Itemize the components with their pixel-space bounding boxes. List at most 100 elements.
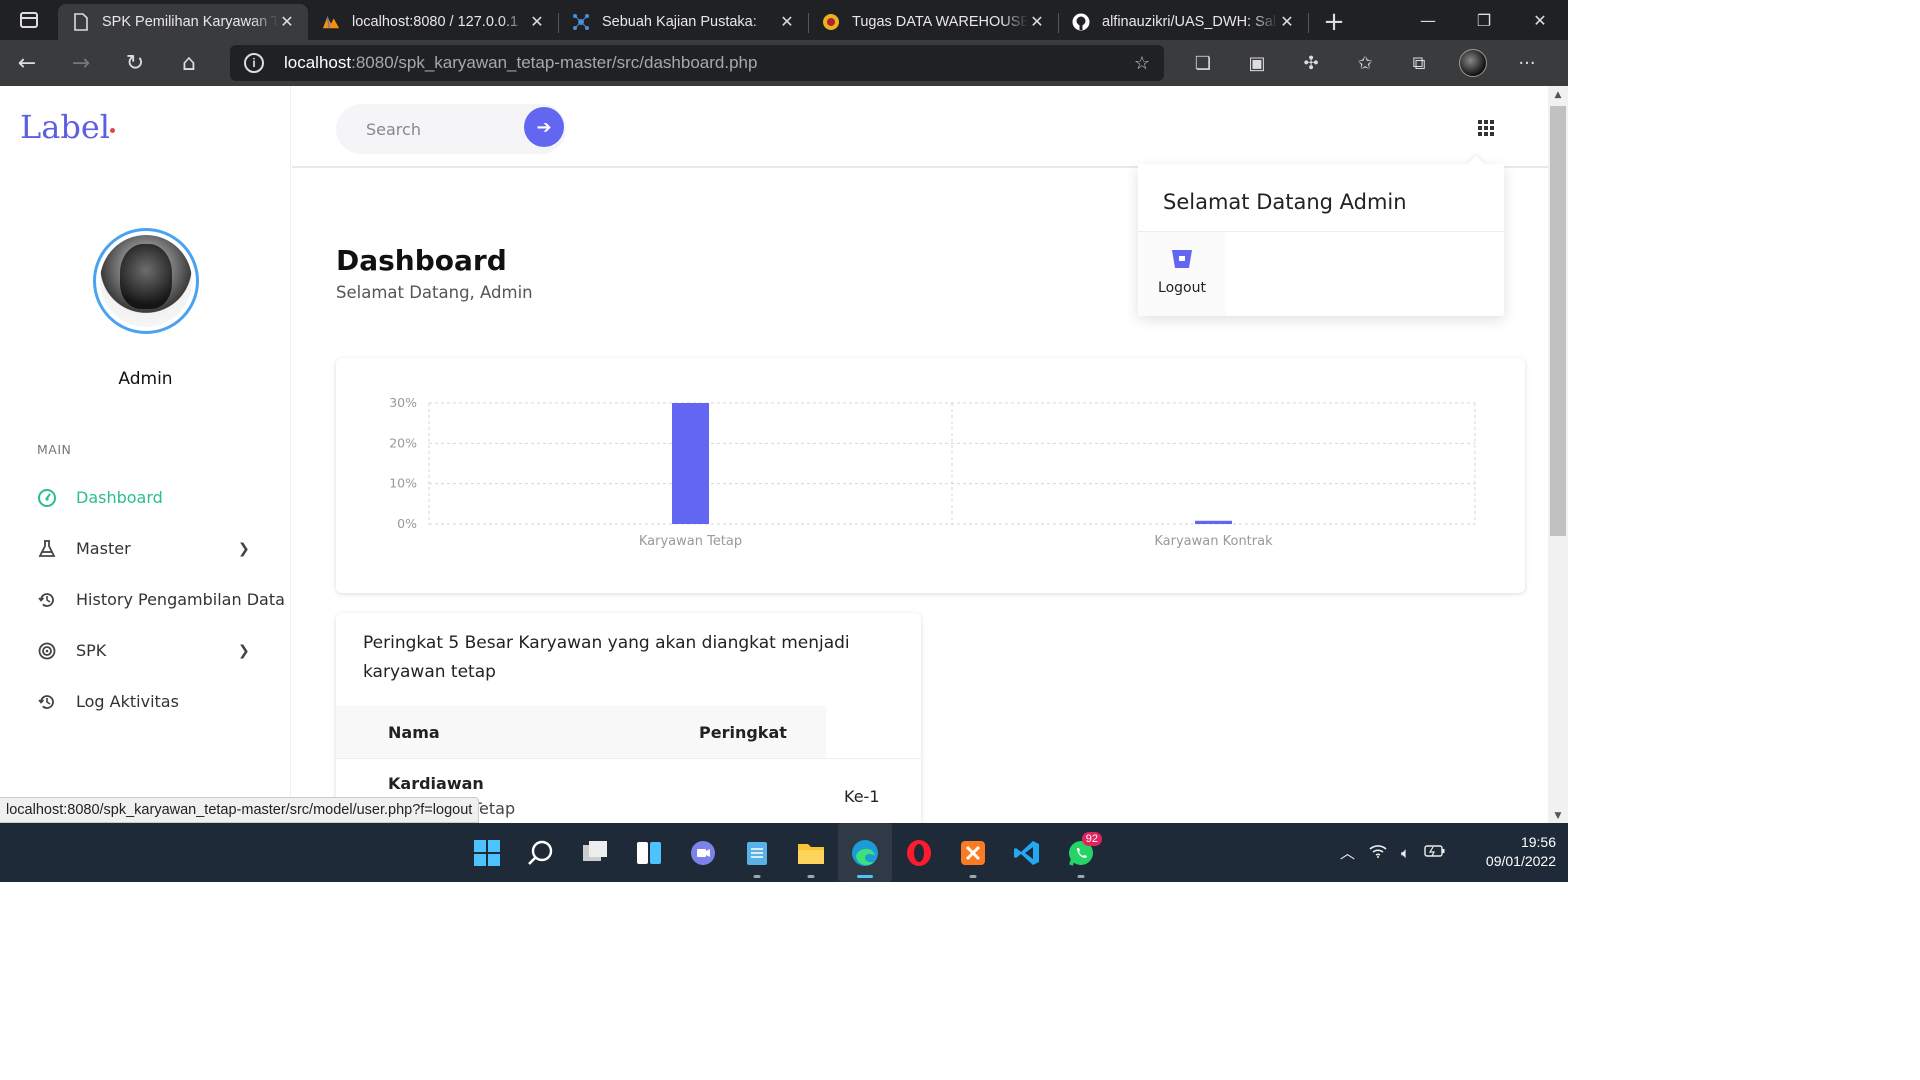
- notepad-icon[interactable]: [730, 823, 784, 882]
- vscode-icon[interactable]: [1000, 823, 1054, 882]
- close-tab-icon[interactable]: ✕: [528, 12, 546, 32]
- menu-section-label: MAIN: [37, 442, 72, 457]
- url-path: :8080/spk_karyawan_tetap-master/src/dash…: [351, 53, 758, 72]
- bar: [672, 403, 709, 524]
- tab-title: SPK Pemilihan Karyawan Tetap: [102, 14, 278, 30]
- sidebar-item-history[interactable]: History Pengambilan Data: [0, 574, 291, 625]
- sidebar-item-master[interactable]: Master ❯: [0, 523, 291, 574]
- collections-icon[interactable]: ❏: [1176, 40, 1230, 86]
- sidebar: Label Admin MAIN Dashboard Master ❯ Hist…: [0, 86, 291, 823]
- file-explorer-icon[interactable]: [784, 823, 838, 882]
- tab-tugas[interactable]: Tugas DATA WAREHOUSE ✕: [808, 4, 1059, 40]
- extension-sq-icon[interactable]: ▣: [1230, 40, 1284, 86]
- chevron-up-icon[interactable]: ︿: [1340, 842, 1355, 863]
- back-icon[interactable]: ←: [0, 40, 54, 86]
- close-tab-icon[interactable]: ✕: [1278, 12, 1296, 32]
- search-icon[interactable]: [514, 823, 568, 882]
- close-window-icon[interactable]: ✕: [1512, 0, 1568, 40]
- restore-icon[interactable]: ❐: [1456, 0, 1512, 40]
- logout-label: Logout: [1158, 280, 1206, 296]
- y-tick-label: 20%: [389, 435, 417, 450]
- scroll-up-icon[interactable]: ▲: [1548, 90, 1568, 100]
- reload-icon[interactable]: ↻: [108, 40, 162, 86]
- speedometer-icon: [37, 488, 57, 508]
- address-bar[interactable]: i localhost:8080/spk_karyawan_tetap-mast…: [230, 45, 1164, 81]
- volume-icon[interactable]: 🔈︎: [1401, 844, 1410, 862]
- x-tick-label: Karyawan Kontrak: [1154, 534, 1273, 549]
- clock-time: 19:56: [1520, 834, 1556, 850]
- x-tick-label: Karyawan Tetap: [639, 534, 742, 549]
- sidebar-item-label: Master: [76, 539, 131, 558]
- more-options-icon[interactable]: ···: [1500, 40, 1554, 86]
- bar-chart: 0% 10% 20% 30% Karyawan Tetap Karyawan Kontra…: [389, 395, 1476, 549]
- tab-actions-icon[interactable]: [0, 0, 58, 40]
- tab-kajian[interactable]: Sebuah Kajian Pustaka: ✕: [558, 4, 809, 40]
- close-tab-icon[interactable]: ✕: [778, 12, 796, 32]
- site-info-icon[interactable]: i: [244, 53, 264, 73]
- taskbar-clock[interactable]: 19:56 09/01/2022: [1472, 833, 1556, 871]
- wifi-icon[interactable]: [1369, 844, 1387, 862]
- scroll-thumb[interactable]: [1550, 106, 1566, 536]
- home-icon[interactable]: ⌂: [162, 40, 216, 86]
- browser-tab-bar: SPK Pemilihan Karyawan Tetap ✕ localhost…: [0, 0, 1568, 40]
- sidebar-item-label: History Pengambilan Data: [76, 590, 285, 609]
- university-icon: [822, 13, 840, 31]
- row-rank: Ke-1: [844, 787, 880, 806]
- page-icon: [72, 13, 90, 31]
- task-view-icon[interactable]: [568, 823, 622, 882]
- dropdown-title: Selamat Datang Admin: [1163, 190, 1407, 214]
- row-name: Kardiawan: [388, 774, 484, 793]
- apps-grid-icon[interactable]: [1478, 120, 1494, 136]
- search-submit-button[interactable]: ➔: [524, 107, 564, 147]
- top-header: Search ➔: [292, 86, 1548, 168]
- minimize-icon[interactable]: —: [1400, 0, 1456, 40]
- clock-date: 09/01/2022: [1485, 853, 1556, 869]
- tab-phpmyadmin[interactable]: localhost:8080 / 127.0.0.1 ✕: [308, 4, 559, 40]
- column-header-nama: Nama: [388, 723, 440, 742]
- page-title: Dashboard: [336, 244, 507, 277]
- battery-icon[interactable]: [1424, 844, 1446, 862]
- widgets-icon[interactable]: [622, 823, 676, 882]
- teams-chat-icon[interactable]: [676, 823, 730, 882]
- windows-start-icon[interactable]: [460, 823, 514, 882]
- logout-button[interactable]: Logout: [1138, 232, 1226, 316]
- sidebar-item-spk[interactable]: SPK ❯: [0, 625, 291, 676]
- whatsapp-icon[interactable]: 92: [1054, 823, 1108, 882]
- sidebar-item-label: Dashboard: [76, 488, 163, 507]
- tab-github[interactable]: alfinauzikri/UAS_DWH: Sal ✕: [1058, 4, 1309, 40]
- tab-spk[interactable]: SPK Pemilihan Karyawan Tetap ✕: [58, 4, 308, 40]
- user-dropdown: Selamat Datang Admin Logout: [1138, 164, 1504, 316]
- tab-title: Tugas DATA WAREHOUSE: [852, 14, 1028, 30]
- window-controls: — ❐ ✕: [1400, 0, 1568, 40]
- tab-title: Sebuah Kajian Pustaka:: [602, 14, 757, 30]
- close-tab-icon[interactable]: ✕: [278, 12, 296, 32]
- forward-icon[interactable]: →: [54, 40, 108, 86]
- add-favorite-icon[interactable]: ☆: [1134, 53, 1150, 74]
- sidebar-item-label: Log Aktivitas: [76, 692, 179, 711]
- url-host: localhost: [284, 53, 352, 72]
- tab-collections-icon[interactable]: ⧉: [1392, 40, 1446, 86]
- logo[interactable]: Label: [20, 108, 110, 146]
- sidebar-menu: Dashboard Master ❯ History Pengambilan D…: [0, 472, 291, 727]
- edge-browser-icon[interactable]: [838, 823, 892, 882]
- xampp-icon[interactable]: [946, 823, 1000, 882]
- new-tab-button[interactable]: +: [1314, 4, 1354, 40]
- profile-icon[interactable]: [1446, 40, 1500, 86]
- favorites-icon[interactable]: ✩: [1338, 40, 1392, 86]
- extensions-icon[interactable]: ✣: [1284, 40, 1338, 86]
- scroll-down-icon[interactable]: ▼: [1548, 811, 1568, 821]
- page-subtitle: Selamat Datang, Admin: [336, 283, 533, 302]
- page-scrollbar[interactable]: ▲ ▼: [1548, 86, 1568, 823]
- tab-title: localhost:8080 / 127.0.0.1: [352, 14, 519, 30]
- ranking-card: Peringkat 5 Besar Karyawan yang akan dia…: [336, 613, 921, 823]
- profile-name: Admin: [118, 369, 173, 389]
- browser-toolbar: ← → ↻ ⌂ i localhost:8080/spk_karyawan_te…: [0, 40, 1568, 86]
- sidebar-item-label: SPK: [76, 641, 107, 660]
- sidebar-item-log[interactable]: Log Aktivitas: [0, 676, 291, 727]
- close-tab-icon[interactable]: ✕: [1028, 12, 1046, 32]
- status-bar-url: localhost:8080/spk_karyawan_tetap-master…: [0, 797, 480, 823]
- column-header-peringkat: Peringkat: [699, 723, 787, 742]
- sidebar-item-dashboard[interactable]: Dashboard: [0, 472, 291, 523]
- opera-browser-icon[interactable]: [892, 823, 946, 882]
- github-icon: [1072, 13, 1090, 31]
